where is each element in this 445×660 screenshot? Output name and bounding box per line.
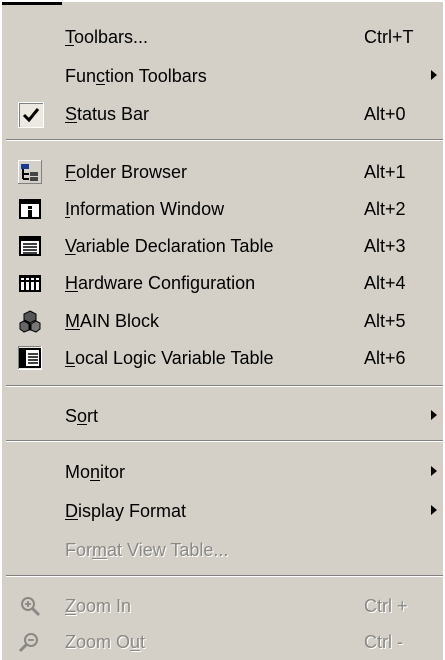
shortcut-label: Ctrl + — [364, 596, 408, 616]
shortcut-label: Ctrl - — [364, 632, 403, 652]
checkmark-icon — [18, 102, 44, 128]
menu-item-label: Zoom In — [65, 596, 132, 616]
menu-separator — [6, 385, 443, 387]
menu-item-display-format[interactable]: Display Format — [2, 493, 445, 529]
shortcut-label: Alt+1 — [364, 162, 406, 182]
submenu-arrow-icon — [431, 505, 437, 515]
cubes-icon — [18, 309, 42, 333]
menu-item-format-view-table[interactable]: Format View Table... — [2, 532, 445, 568]
hardware-rack-icon — [18, 271, 42, 295]
menu-item-label: Variable Declaration Table — [65, 236, 274, 256]
menu-item-information-window[interactable]: Information Window Alt+2 — [2, 191, 445, 227]
info-window-icon — [18, 197, 42, 221]
menu-item-label: Format View Table... — [65, 540, 229, 560]
menu-item-label: Sort — [65, 406, 99, 426]
menu-item-label: Local Logic Variable Table — [65, 348, 274, 368]
submenu-arrow-icon — [431, 70, 437, 80]
menu-item-zoom-out[interactable]: Zoom Out Ctrl - — [2, 624, 445, 660]
menu-item-main-block[interactable]: MAIN Block Alt+5 — [2, 303, 445, 339]
menu-item-label: MAIN Block — [65, 311, 160, 331]
menu-item-label: Status Bar — [65, 104, 150, 124]
submenu-arrow-icon — [431, 466, 437, 476]
menu-item-label: Monitor — [65, 462, 126, 482]
menu-item-label: Toolbars... — [65, 27, 149, 47]
menu-item-toolbars[interactable]: Toolbars... Ctrl+T — [2, 19, 445, 55]
menu-item-zoom-in[interactable]: Zoom In Ctrl + — [2, 588, 445, 624]
menu-item-label: Function Toolbars — [65, 66, 207, 86]
menu-item-function-toolbars[interactable]: Function Toolbars — [2, 58, 445, 94]
menu-item-status-bar[interactable]: Status Bar Alt+0 — [2, 96, 445, 132]
shortcut-label: Alt+4 — [364, 273, 406, 293]
menu-item-label: Zoom Out — [65, 632, 146, 652]
menu-separator — [6, 440, 443, 442]
menu-item-folder-browser[interactable]: Folder Browser Alt+1 — [2, 154, 445, 190]
menu-item-variable-declaration-table[interactable]: Variable Declaration Table Alt+3 — [2, 228, 445, 264]
menu-separator — [6, 139, 443, 141]
menu-item-hardware-configuration[interactable]: Hardware Configuration Alt+4 — [2, 265, 445, 301]
menu-item-label: Display Format — [65, 501, 187, 521]
shortcut-label: Alt+6 — [364, 348, 406, 368]
menu-separator — [6, 575, 443, 577]
shortcut-label: Alt+0 — [364, 104, 406, 124]
shortcut-label: Alt+3 — [364, 236, 406, 256]
zoom-in-icon — [18, 594, 42, 618]
shortcut-label: Ctrl+T — [364, 27, 414, 47]
submenu-arrow-icon — [431, 410, 437, 420]
shortcut-label: Alt+5 — [364, 311, 406, 331]
view-menu: Toolbars... Ctrl+T Function Toolbars Sta… — [0, 0, 443, 660]
folder-tree-icon — [18, 160, 42, 184]
local-table-icon — [18, 346, 42, 370]
menu-item-monitor[interactable]: Monitor — [2, 454, 445, 490]
menu-item-sort[interactable]: Sort — [2, 398, 445, 434]
menu-item-local-logic-variable-table[interactable]: Local Logic Variable Table Alt+6 — [2, 340, 445, 376]
menu-bar-edge — [2, 2, 62, 5]
menu-item-label: Folder Browser — [65, 162, 188, 182]
menu-item-label: Hardware Configuration — [65, 273, 256, 293]
shortcut-label: Alt+2 — [364, 199, 406, 219]
zoom-out-icon — [18, 630, 42, 654]
table-icon — [18, 234, 42, 258]
menu-item-label: Information Window — [65, 199, 225, 219]
